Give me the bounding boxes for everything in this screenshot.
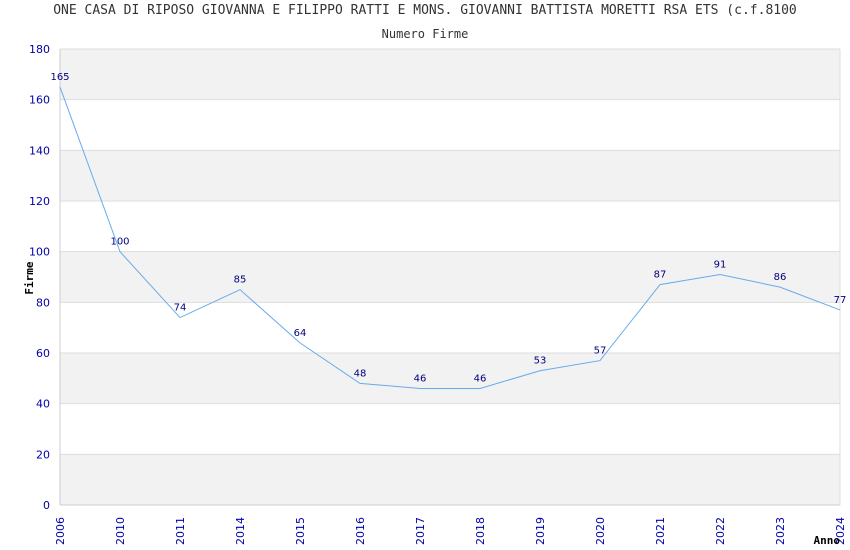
x-ticks: 2006 2010 2011 2014 2015 2016 2017 2018 2019 2020… — [54, 517, 847, 545]
x-axis-label: Anno — [814, 534, 841, 547]
y-tick-label: 100 — [29, 246, 50, 259]
x-tick-label: 2016 — [354, 517, 367, 545]
series-group — [59, 86, 841, 389]
data-label: 48 — [354, 368, 367, 379]
x-tick-label: 2018 — [474, 517, 487, 545]
grid-band — [60, 150, 840, 201]
data-labels: 165 100 74 85 64 48 46 46 53 57 87 91 86 77 — [50, 72, 846, 384]
grid-band — [60, 49, 840, 100]
y-tick-label: 160 — [29, 94, 50, 107]
y-tick-label: 120 — [29, 195, 50, 208]
data-label: 64 — [294, 328, 307, 339]
x-tick-label: 2019 — [534, 517, 547, 545]
data-label: 165 — [50, 72, 69, 83]
data-label: 100 — [110, 237, 129, 248]
data-label: 85 — [234, 275, 247, 286]
grid-band — [60, 454, 840, 505]
y-tick-label: 80 — [36, 296, 50, 309]
grid-bands — [60, 49, 840, 505]
y-tick-label: 180 — [29, 43, 50, 56]
y-tick-label: 20 — [36, 448, 50, 461]
x-tick-label: 2020 — [594, 517, 607, 545]
data-label: 91 — [714, 259, 727, 270]
data-label: 46 — [414, 373, 427, 384]
data-label: 86 — [774, 272, 787, 283]
data-label: 57 — [594, 346, 607, 357]
x-tick-label: 2011 — [174, 517, 187, 545]
x-tick-label: 2022 — [714, 517, 727, 545]
y-tick-label: 40 — [36, 398, 50, 411]
y-tick-label: 0 — [43, 499, 50, 512]
x-tick-label: 2023 — [774, 517, 787, 545]
y-tick-label: 60 — [36, 347, 50, 360]
series-line — [59, 86, 841, 389]
data-label: 46 — [474, 373, 487, 384]
data-label: 74 — [174, 303, 187, 314]
x-tick-label: 2017 — [414, 517, 427, 545]
data-label: 53 — [534, 356, 547, 367]
grid-band — [60, 353, 840, 404]
y-tick-label: 140 — [29, 144, 50, 157]
x-tick-label: 2006 — [54, 517, 67, 545]
x-tick-label: 2014 — [234, 517, 247, 545]
data-label: 87 — [654, 270, 667, 281]
x-tick-label: 2010 — [114, 517, 127, 545]
x-tick-label: 2015 — [294, 517, 307, 545]
line-chart: 0 20 40 60 80 100 120 140 160 180 2006 2010 2011 201… — [23, 43, 847, 547]
data-label: 77 — [834, 295, 847, 306]
y-axis-label: Firme — [23, 261, 36, 294]
x-tick-label: 2021 — [654, 517, 667, 545]
